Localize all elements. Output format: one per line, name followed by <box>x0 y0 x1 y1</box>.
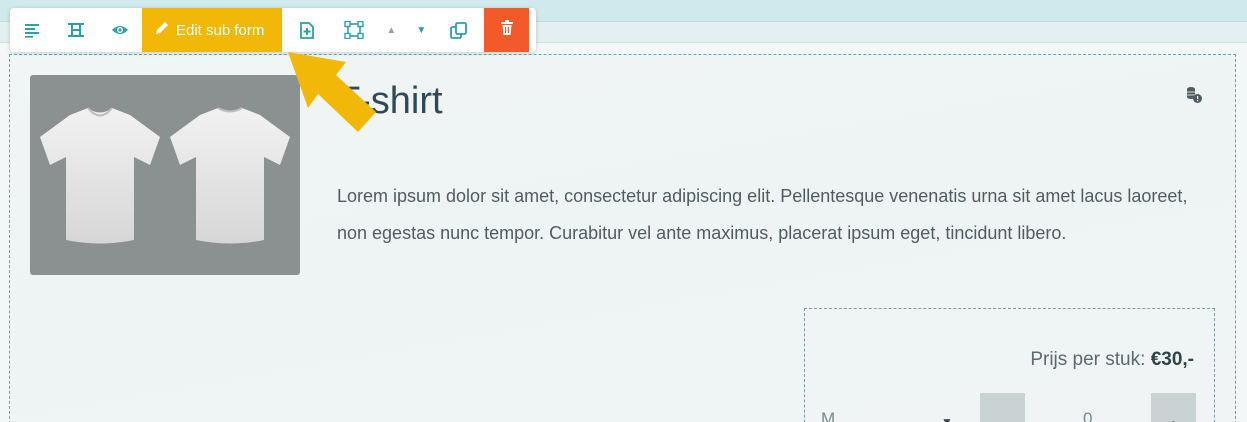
product-description: Lorem ipsum dolor sit amet, consectetur … <box>337 186 1188 243</box>
product-image <box>30 75 300 275</box>
resize-frame-icon[interactable] <box>332 8 376 52</box>
move-down-icon[interactable]: ▼ <box>406 8 436 52</box>
move-up-icon[interactable]: ▲ <box>376 8 406 52</box>
price-label: Prijs per stuk: <box>1030 349 1151 370</box>
delete-button[interactable] <box>484 8 530 52</box>
edit-sub-form-label: Edit sub form <box>176 21 265 39</box>
product-title: T-shirt <box>337 80 443 122</box>
chevron-down-icon: ▼ <box>941 415 953 422</box>
duplicate-icon[interactable] <box>436 8 480 52</box>
size-select[interactable]: M <box>821 409 961 422</box>
edit-sub-form-button[interactable]: Edit sub form <box>142 8 283 52</box>
order-box: Prijs per stuk: €30,- M ▼ - 0 + <box>804 308 1215 422</box>
element-toolbar: Edit sub form ▲ ▼ <box>10 8 536 52</box>
quantity-minus-button[interactable]: - <box>980 393 1025 422</box>
trash-icon <box>500 19 514 41</box>
align-left-icon[interactable] <box>10 8 54 52</box>
price-value: €30,- <box>1150 349 1194 370</box>
price-line: Prijs per stuk: €30,- <box>1030 349 1194 371</box>
quantity-plus-button[interactable]: + <box>1151 393 1196 422</box>
add-page-icon[interactable] <box>282 8 332 52</box>
pencil-icon <box>155 21 169 39</box>
height-icon[interactable] <box>54 8 98 52</box>
quantity-input[interactable]: 0 <box>1083 409 1092 422</box>
eye-icon[interactable] <box>98 8 142 52</box>
coins-info-icon[interactable] <box>1185 86 1203 109</box>
